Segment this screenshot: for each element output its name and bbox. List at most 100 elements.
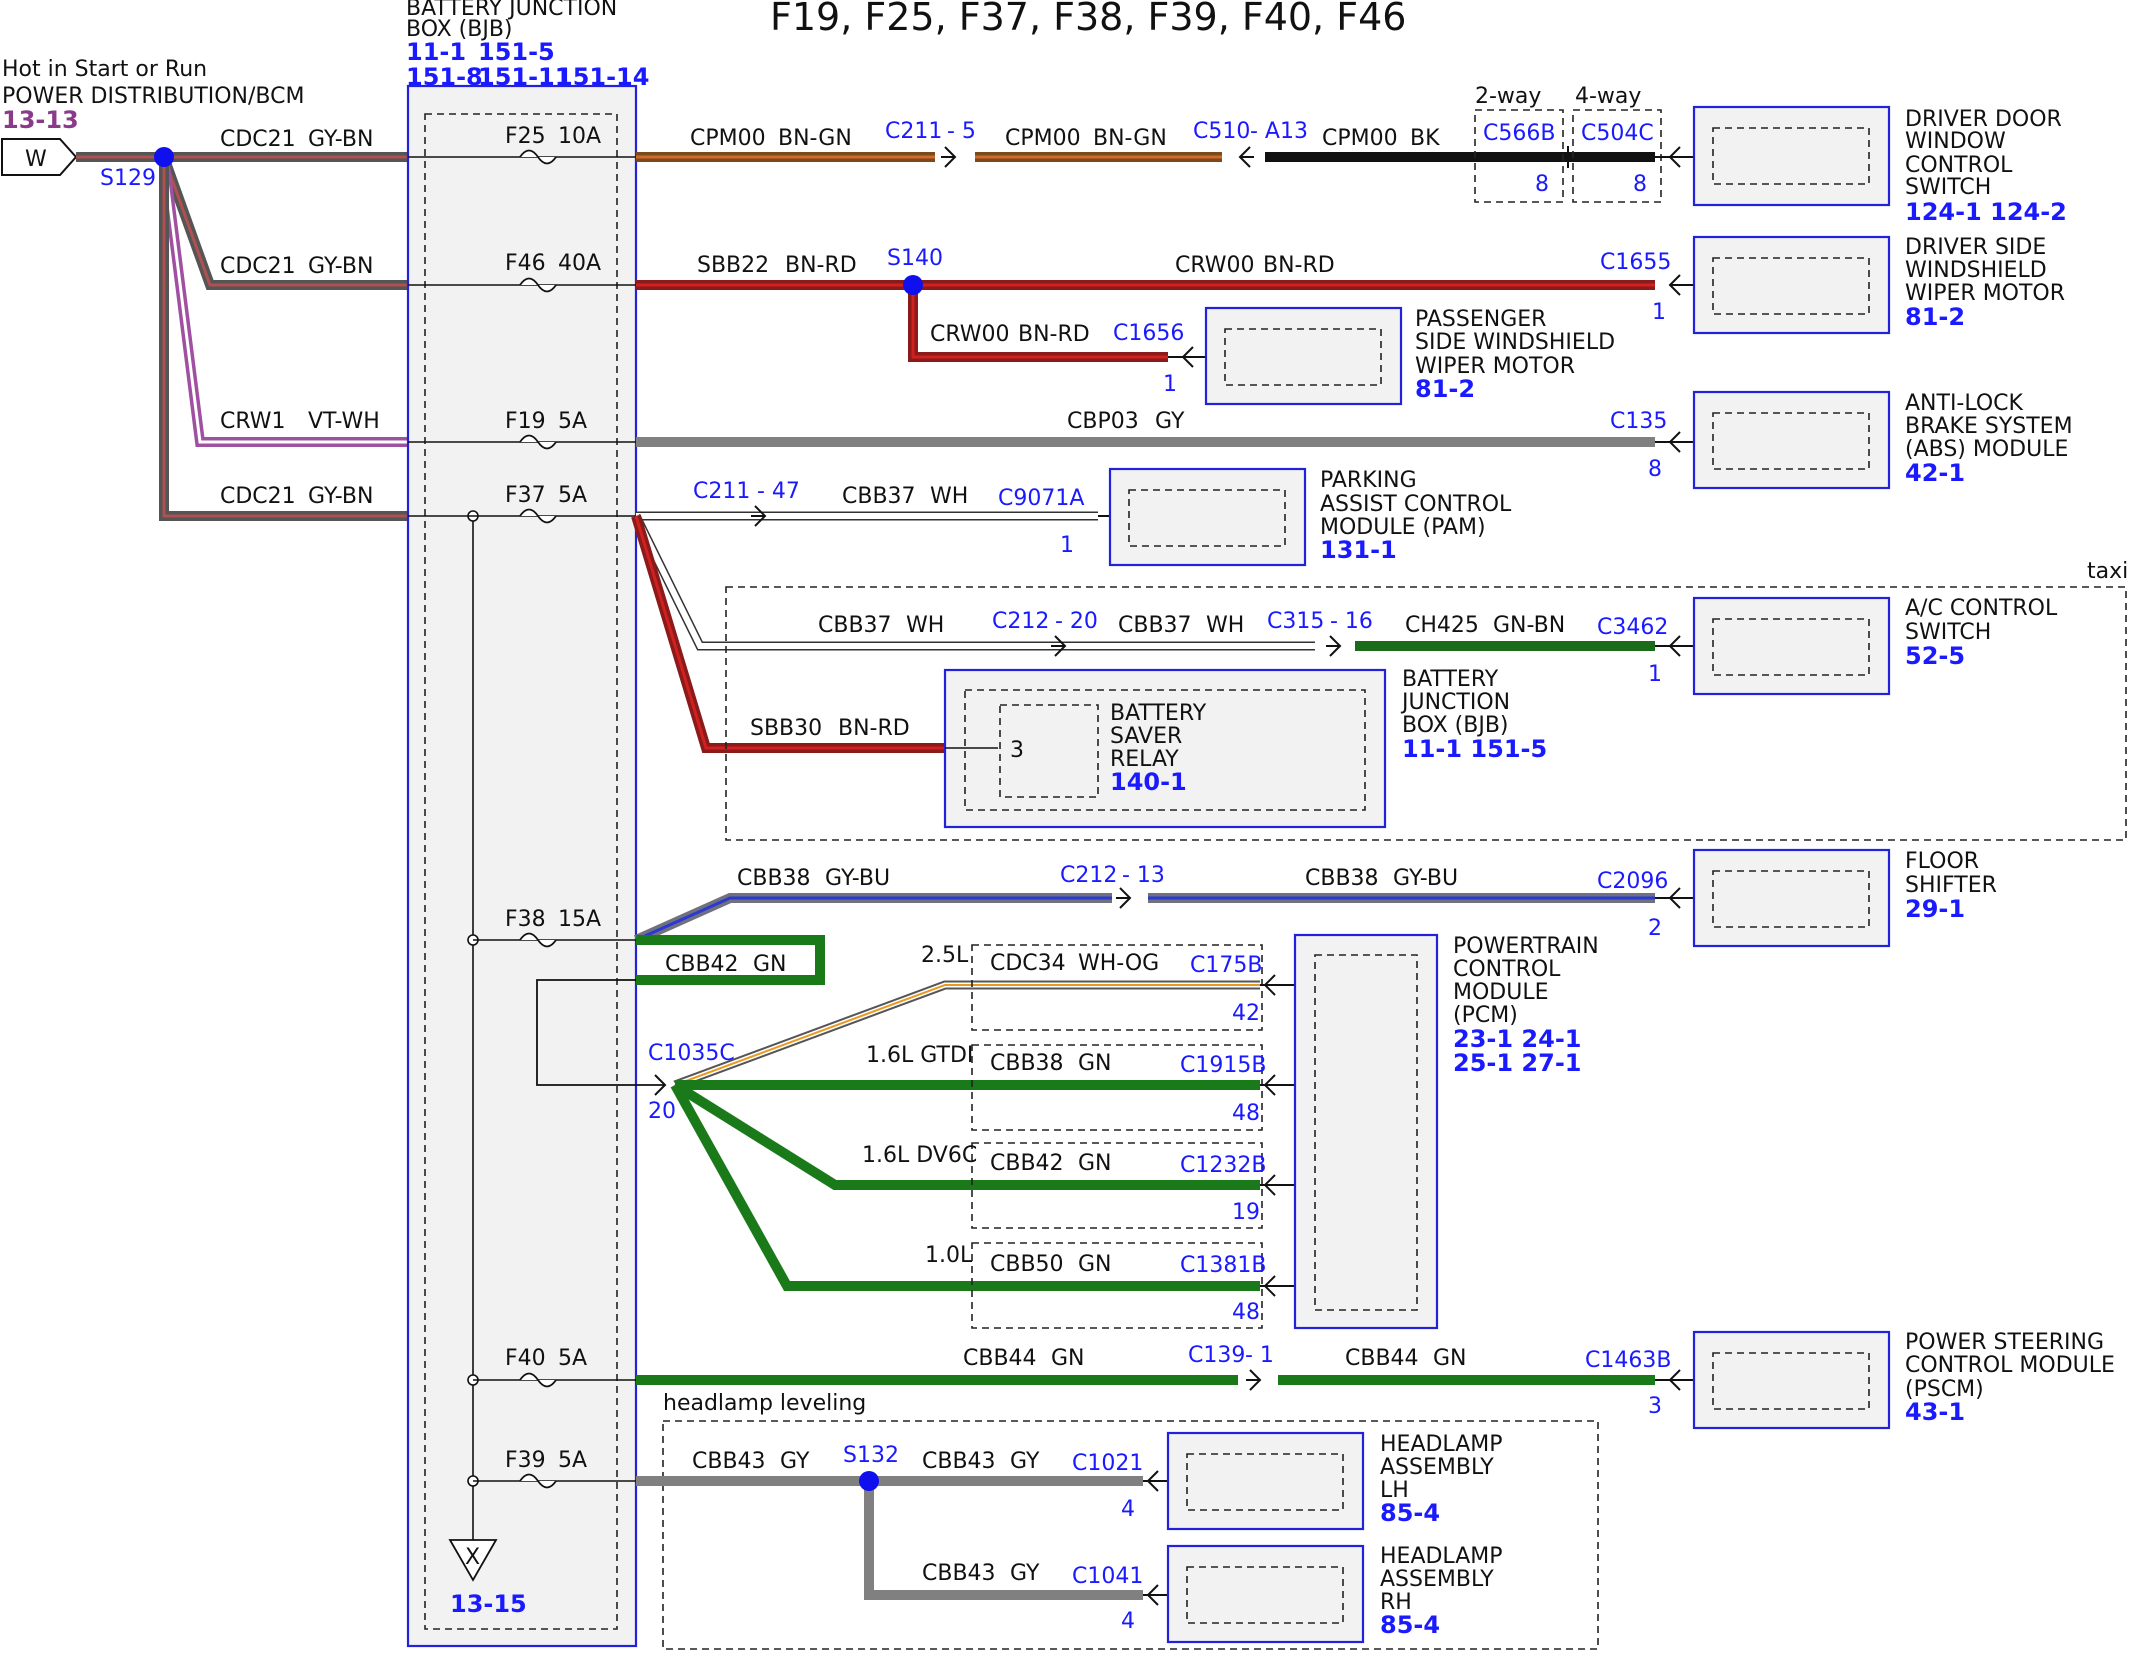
conn-c1915b: C1915B	[1180, 1053, 1266, 1078]
wire-cbb43b-circuit: CBB43	[922, 1449, 996, 1474]
conn-c212-13-pin: - 13	[1122, 863, 1165, 888]
bjb-ref-5: 151-14	[556, 63, 649, 91]
fuse-f40-id: F40	[505, 1346, 546, 1371]
conn-c1655: C1655	[1600, 250, 1671, 275]
inline-connector-c510-icon	[1238, 146, 1254, 168]
wire-cbb44a-circuit: CBB44	[963, 1346, 1037, 1371]
conn-c211-47: C211	[693, 479, 750, 504]
wiper-pass-refs: 81-2	[1415, 375, 1475, 403]
wire-cbb42-gn	[672, 1080, 1260, 1190]
module-driver-door-switch	[1692, 105, 1891, 207]
wire-cpm1-circuit: CPM00	[690, 126, 766, 151]
wire-sbb30	[631, 514, 945, 753]
splice-s132	[859, 1471, 879, 1491]
wire-cdc34	[673, 980, 1260, 1090]
conn-c211-5: C211	[885, 119, 942, 144]
splice-s140	[903, 275, 923, 295]
door-refs: 124-1 124-2	[1905, 198, 2067, 226]
wiring-diagram: F19, F25, F37, F38, F39, F40, F46 Hot in…	[0, 0, 2130, 1652]
wire-cbb42gn-color: GN	[1078, 1151, 1112, 1176]
headlamp-group-label: headlamp leveling	[663, 1391, 866, 1416]
inline-connector-c211-47-icon	[751, 505, 767, 527]
splice-s129	[154, 147, 174, 167]
splice-s132-label: S132	[843, 1443, 899, 1468]
fuse-f39-rating: 5A	[558, 1448, 587, 1473]
wire-cbb44b-circuit: CBB44	[1345, 1346, 1419, 1371]
wire-ch425-color: GN-BN	[1493, 613, 1565, 638]
conn-c175b: C175B	[1190, 953, 1262, 978]
conn-c9071a: C9071A	[998, 486, 1084, 511]
headlamp-terminal-icons	[1143, 1470, 1168, 1606]
inline-connector-c212-13-icon	[1116, 887, 1132, 909]
conn-c1915b-pin: 48	[1232, 1101, 1260, 1126]
module-floor-shifter	[1692, 848, 1891, 948]
wire-cbp03-circuit: CBP03	[1067, 409, 1139, 434]
schematic-svg: F19, F25, F37, F38, F39, F40, F46 Hot in…	[1, 0, 2128, 1650]
module-wiper-pass	[1204, 306, 1403, 406]
conn-c1463b-pin: 3	[1648, 1394, 1662, 1419]
module-pscm	[1692, 1330, 1891, 1430]
wire-cdc34-color: WH-OG	[1078, 951, 1159, 976]
feed-wire-2-circuit: CDC21	[220, 254, 296, 279]
conn-c1463b: C1463B	[1585, 1348, 1671, 1373]
wire-cpm1-color: BN-GN	[778, 126, 852, 151]
wire-crw00a-color: BN-RD	[1263, 253, 1335, 278]
conn-c1381b: C1381B	[1180, 1253, 1266, 1278]
conn-c504c-pin: 8	[1633, 172, 1647, 197]
pscm-terminal-icon	[1655, 1369, 1694, 1391]
conn-c504c: C504C	[1581, 121, 1654, 146]
wiper-driver-refs: 81-2	[1905, 303, 1965, 331]
bjb-ref-1: 11-1	[406, 38, 466, 66]
pscm-refs: 43-1	[1905, 1398, 1965, 1426]
abs-line-1: ANTI-LOCK	[1905, 391, 2024, 416]
wire-sbb22-circuit: SBB22	[697, 253, 769, 278]
module-headlamp-lh	[1166, 1431, 1365, 1531]
engine-label-2-5l: 2.5L	[921, 943, 969, 968]
ground-ref: 13-15	[450, 1590, 527, 1618]
ac-refs: 52-5	[1905, 642, 1965, 670]
wire-crw00a-circuit: CRW00	[1175, 253, 1255, 278]
conn-c135-pin: 8	[1648, 457, 1662, 482]
pcm-line-3: MODULE	[1453, 980, 1549, 1005]
module-pam	[1108, 467, 1307, 567]
wire-cbb43c-color: GY	[1010, 1561, 1040, 1586]
relay-pin: 3	[1010, 738, 1024, 763]
module-ac-switch	[1692, 596, 1891, 696]
wire-cbp03-color: GY	[1155, 409, 1185, 434]
wire-cbb43b-color: GY	[1010, 1449, 1040, 1474]
wire-cpm2-circuit: CPM00	[1005, 126, 1081, 151]
conn-c1035c-pin: 20	[648, 1099, 676, 1124]
conn-c175b-pin: 42	[1232, 1001, 1260, 1026]
conn-c315: C315	[1267, 609, 1324, 634]
conn-c566b-pin: 8	[1535, 172, 1549, 197]
ac-line-1: A/C CONTROL	[1905, 596, 2058, 621]
wire-cbb43a-color: GY	[780, 1449, 810, 1474]
wiper-pass-terminal-icon	[1168, 346, 1206, 368]
wire-cbb37a-circuit: CBB37	[842, 484, 916, 509]
conn-c1381b-pin: 48	[1232, 1300, 1260, 1325]
wire-cpm3-circuit: CPM00	[1322, 126, 1398, 151]
conn-c212-20: C212	[992, 609, 1049, 634]
wire-cbb37b-circuit: CBB37	[818, 613, 892, 638]
conn-c3462: C3462	[1597, 615, 1668, 640]
engine-label-1-0l: 1.0L	[925, 1243, 973, 1268]
splice-s129-label: S129	[100, 166, 156, 191]
module-pcm	[1293, 933, 1439, 1330]
fuse-f25-rating: 10A	[558, 124, 601, 149]
fuse-f37-rating: 5A	[558, 483, 587, 508]
wire-cbb43a-circuit: CBB43	[692, 1449, 766, 1474]
inline-connector-c139-icon	[1246, 1369, 1262, 1391]
wire-cbb42loop-color: GN	[753, 952, 787, 977]
fuse-f38-id: F38	[505, 907, 546, 932]
wire-cbb50-circuit: CBB50	[990, 1252, 1064, 1277]
pscm-line-1: POWER STEERING	[1905, 1330, 2104, 1355]
hl-rh-line-2: ASSEMBLY	[1380, 1567, 1494, 1592]
wiper-driver-line-2: WINDSHIELD	[1905, 258, 2047, 283]
pscm-line-2: CONTROL MODULE	[1905, 1353, 2115, 1378]
wire-sbb30-circuit: SBB30	[750, 716, 822, 741]
wire-cpm2-color: BN-GN	[1093, 126, 1167, 151]
bjb-box	[406, 84, 638, 1648]
door-line-2: WINDOW	[1905, 129, 2006, 154]
connector-4way-label: 4-way	[1575, 84, 1641, 109]
wiper-driver-line-1: DRIVER SIDE	[1905, 235, 2046, 260]
